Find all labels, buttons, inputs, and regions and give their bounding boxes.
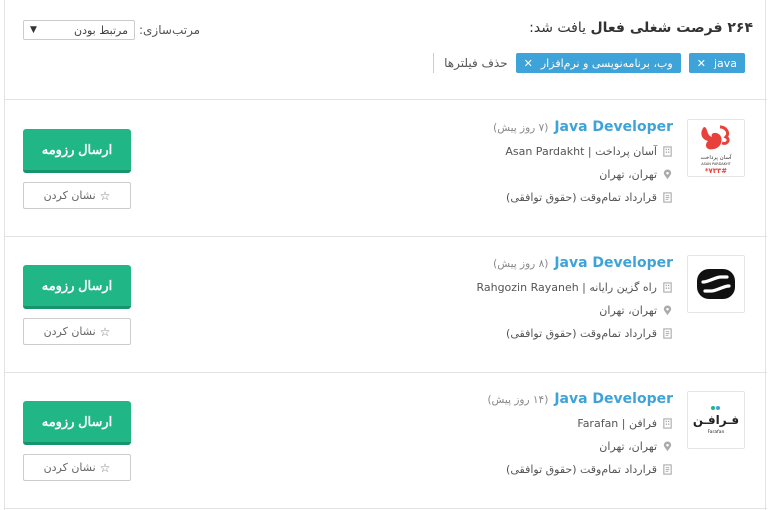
bookmark-button[interactable]: ☆ نشان کردن	[23, 318, 131, 345]
bookmark-button[interactable]: ☆ نشان کردن	[23, 182, 131, 209]
sort-selected-value: مرتبط بودن	[73, 23, 128, 37]
apply-button[interactable]: ارسال رزومه	[23, 265, 131, 309]
document-icon	[661, 464, 673, 476]
filter-tag-label: وب، برنامه‌نویسی و نرم‌افزار	[540, 56, 673, 70]
contract-type: قرارداد تمام‌وقت (حقوق توافقی)	[506, 191, 657, 204]
results-suffix: یافت شد:	[529, 20, 587, 36]
filter-tag-web-programming[interactable]: وب، برنامه‌نویسی و نرم‌افزار ✕	[515, 53, 681, 73]
company-row: فرافن | Farafan	[373, 417, 673, 430]
job-card: فـرافـن Farafan Java Developer (۱۴ روز پ…	[5, 373, 767, 509]
building-icon	[661, 418, 673, 430]
job-card: Java Developer (۸ روز پیش) راه گزین رایا…	[5, 237, 767, 373]
bookmark-label: نشان کردن	[43, 325, 96, 338]
company-row: راه گزین رایانه | Rahgozin Rayaneh	[373, 281, 673, 294]
sort-select[interactable]: مرتبط بودن ▼	[23, 20, 135, 40]
svg-text:فـرافـن: فـرافـن	[693, 413, 739, 427]
results-header: ۲۶۴ فرصت شغلی فعال یافت شد: مرتب‌سازی: م…	[5, 0, 767, 100]
posted-date: (۱۴ روز پیش)	[487, 394, 549, 406]
filter-tag-java[interactable]: java ✕	[688, 53, 745, 73]
posted-date: (۸ روز پیش)	[493, 258, 549, 270]
farafan-logo-icon: فـرافـن Farafan	[693, 406, 739, 435]
bookmark-label: نشان کردن	[43, 189, 96, 202]
job-info: Java Developer (۷ روز پیش) آسان پرداخت |…	[373, 119, 673, 204]
company-logo-rahgozin[interactable]	[687, 255, 745, 313]
results-count: ۲۶۴ فرصت شغلی فعال	[590, 20, 753, 36]
svg-text:*۷۳۳#: *۷۳۳#	[705, 167, 727, 175]
map-pin-icon	[661, 441, 673, 453]
location-row: تهران، تهران	[373, 168, 673, 181]
company-name[interactable]: راه گزین رایانه | Rahgozin Rayaneh	[476, 281, 657, 294]
building-icon	[661, 146, 673, 158]
asan-pardakht-logo-icon: آسان پرداخت ASAN PARDAKHT *۷۳۳#	[701, 125, 732, 175]
map-pin-icon	[661, 305, 673, 317]
document-icon	[661, 328, 673, 340]
job-location: تهران، تهران	[599, 304, 657, 317]
chevron-down-icon: ▼	[30, 25, 37, 35]
sort-label: مرتب‌سازی:	[139, 23, 201, 37]
company-logo-farafan[interactable]: فـرافـن Farafan	[687, 391, 745, 449]
company-row: آسان پرداخت | Asan Pardakht	[373, 145, 673, 158]
filter-tag-label: java	[713, 56, 737, 70]
job-search-results: ۲۶۴ فرصت شغلی فعال یافت شد: مرتب‌سازی: م…	[4, 0, 767, 510]
star-outline-icon: ☆	[99, 460, 111, 475]
company-name[interactable]: فرافن | Farafan	[577, 417, 657, 430]
clear-filters-link[interactable]: حذف فیلترها	[433, 53, 508, 73]
bookmark-label: نشان کردن	[43, 461, 96, 474]
job-info: Java Developer (۸ روز پیش) راه گزین رایا…	[373, 255, 673, 340]
job-location: تهران، تهران	[599, 168, 657, 181]
contract-row: قرارداد تمام‌وقت (حقوق توافقی)	[373, 191, 673, 204]
map-pin-icon	[661, 169, 673, 181]
contract-type: قرارداد تمام‌وقت (حقوق توافقی)	[506, 463, 657, 476]
contract-row: قرارداد تمام‌وقت (حقوق توافقی)	[373, 463, 673, 476]
posted-date: (۷ روز پیش)	[493, 122, 549, 134]
job-title-link[interactable]: Java Developer	[554, 391, 673, 407]
company-name[interactable]: آسان پرداخت | Asan Pardakht	[505, 145, 657, 158]
close-icon[interactable]: ✕	[524, 57, 533, 70]
results-count-title: ۲۶۴ فرصت شغلی فعال یافت شد:	[529, 20, 753, 36]
bookmark-button[interactable]: ☆ نشان کردن	[23, 454, 131, 481]
svg-text:Farafan: Farafan	[708, 429, 725, 435]
job-title-link[interactable]: Java Developer	[554, 119, 673, 135]
job-card: آسان پرداخت ASAN PARDAKHT *۷۳۳# Java Dev…	[5, 101, 767, 237]
building-icon	[661, 282, 673, 294]
star-outline-icon: ☆	[99, 188, 111, 203]
job-title-link[interactable]: Java Developer	[554, 255, 673, 271]
contract-type: قرارداد تمام‌وقت (حقوق توافقی)	[506, 327, 657, 340]
job-info: Java Developer (۱۴ روز پیش) فرافن | Fara…	[373, 391, 673, 476]
rahgozin-logo-icon	[697, 269, 735, 299]
apply-button[interactable]: ارسال رزومه	[23, 129, 131, 173]
company-logo-asan-pardakht[interactable]: آسان پرداخت ASAN PARDAKHT *۷۳۳#	[687, 119, 745, 177]
close-icon[interactable]: ✕	[697, 57, 706, 70]
location-row: تهران، تهران	[373, 304, 673, 317]
document-icon	[661, 192, 673, 204]
svg-text:آسان پرداخت: آسان پرداخت	[701, 154, 732, 161]
contract-row: قرارداد تمام‌وقت (حقوق توافقی)	[373, 327, 673, 340]
active-filters: java ✕ وب، برنامه‌نویسی و نرم‌افزار ✕ حذ…	[433, 53, 745, 73]
sort-control: مرتب‌سازی: مرتبط بودن ▼	[23, 20, 200, 40]
star-outline-icon: ☆	[99, 324, 111, 339]
apply-button[interactable]: ارسال رزومه	[23, 401, 131, 445]
location-row: تهران، تهران	[373, 440, 673, 453]
job-location: تهران، تهران	[599, 440, 657, 453]
svg-text:ASAN PARDAKHT: ASAN PARDAKHT	[701, 162, 731, 166]
